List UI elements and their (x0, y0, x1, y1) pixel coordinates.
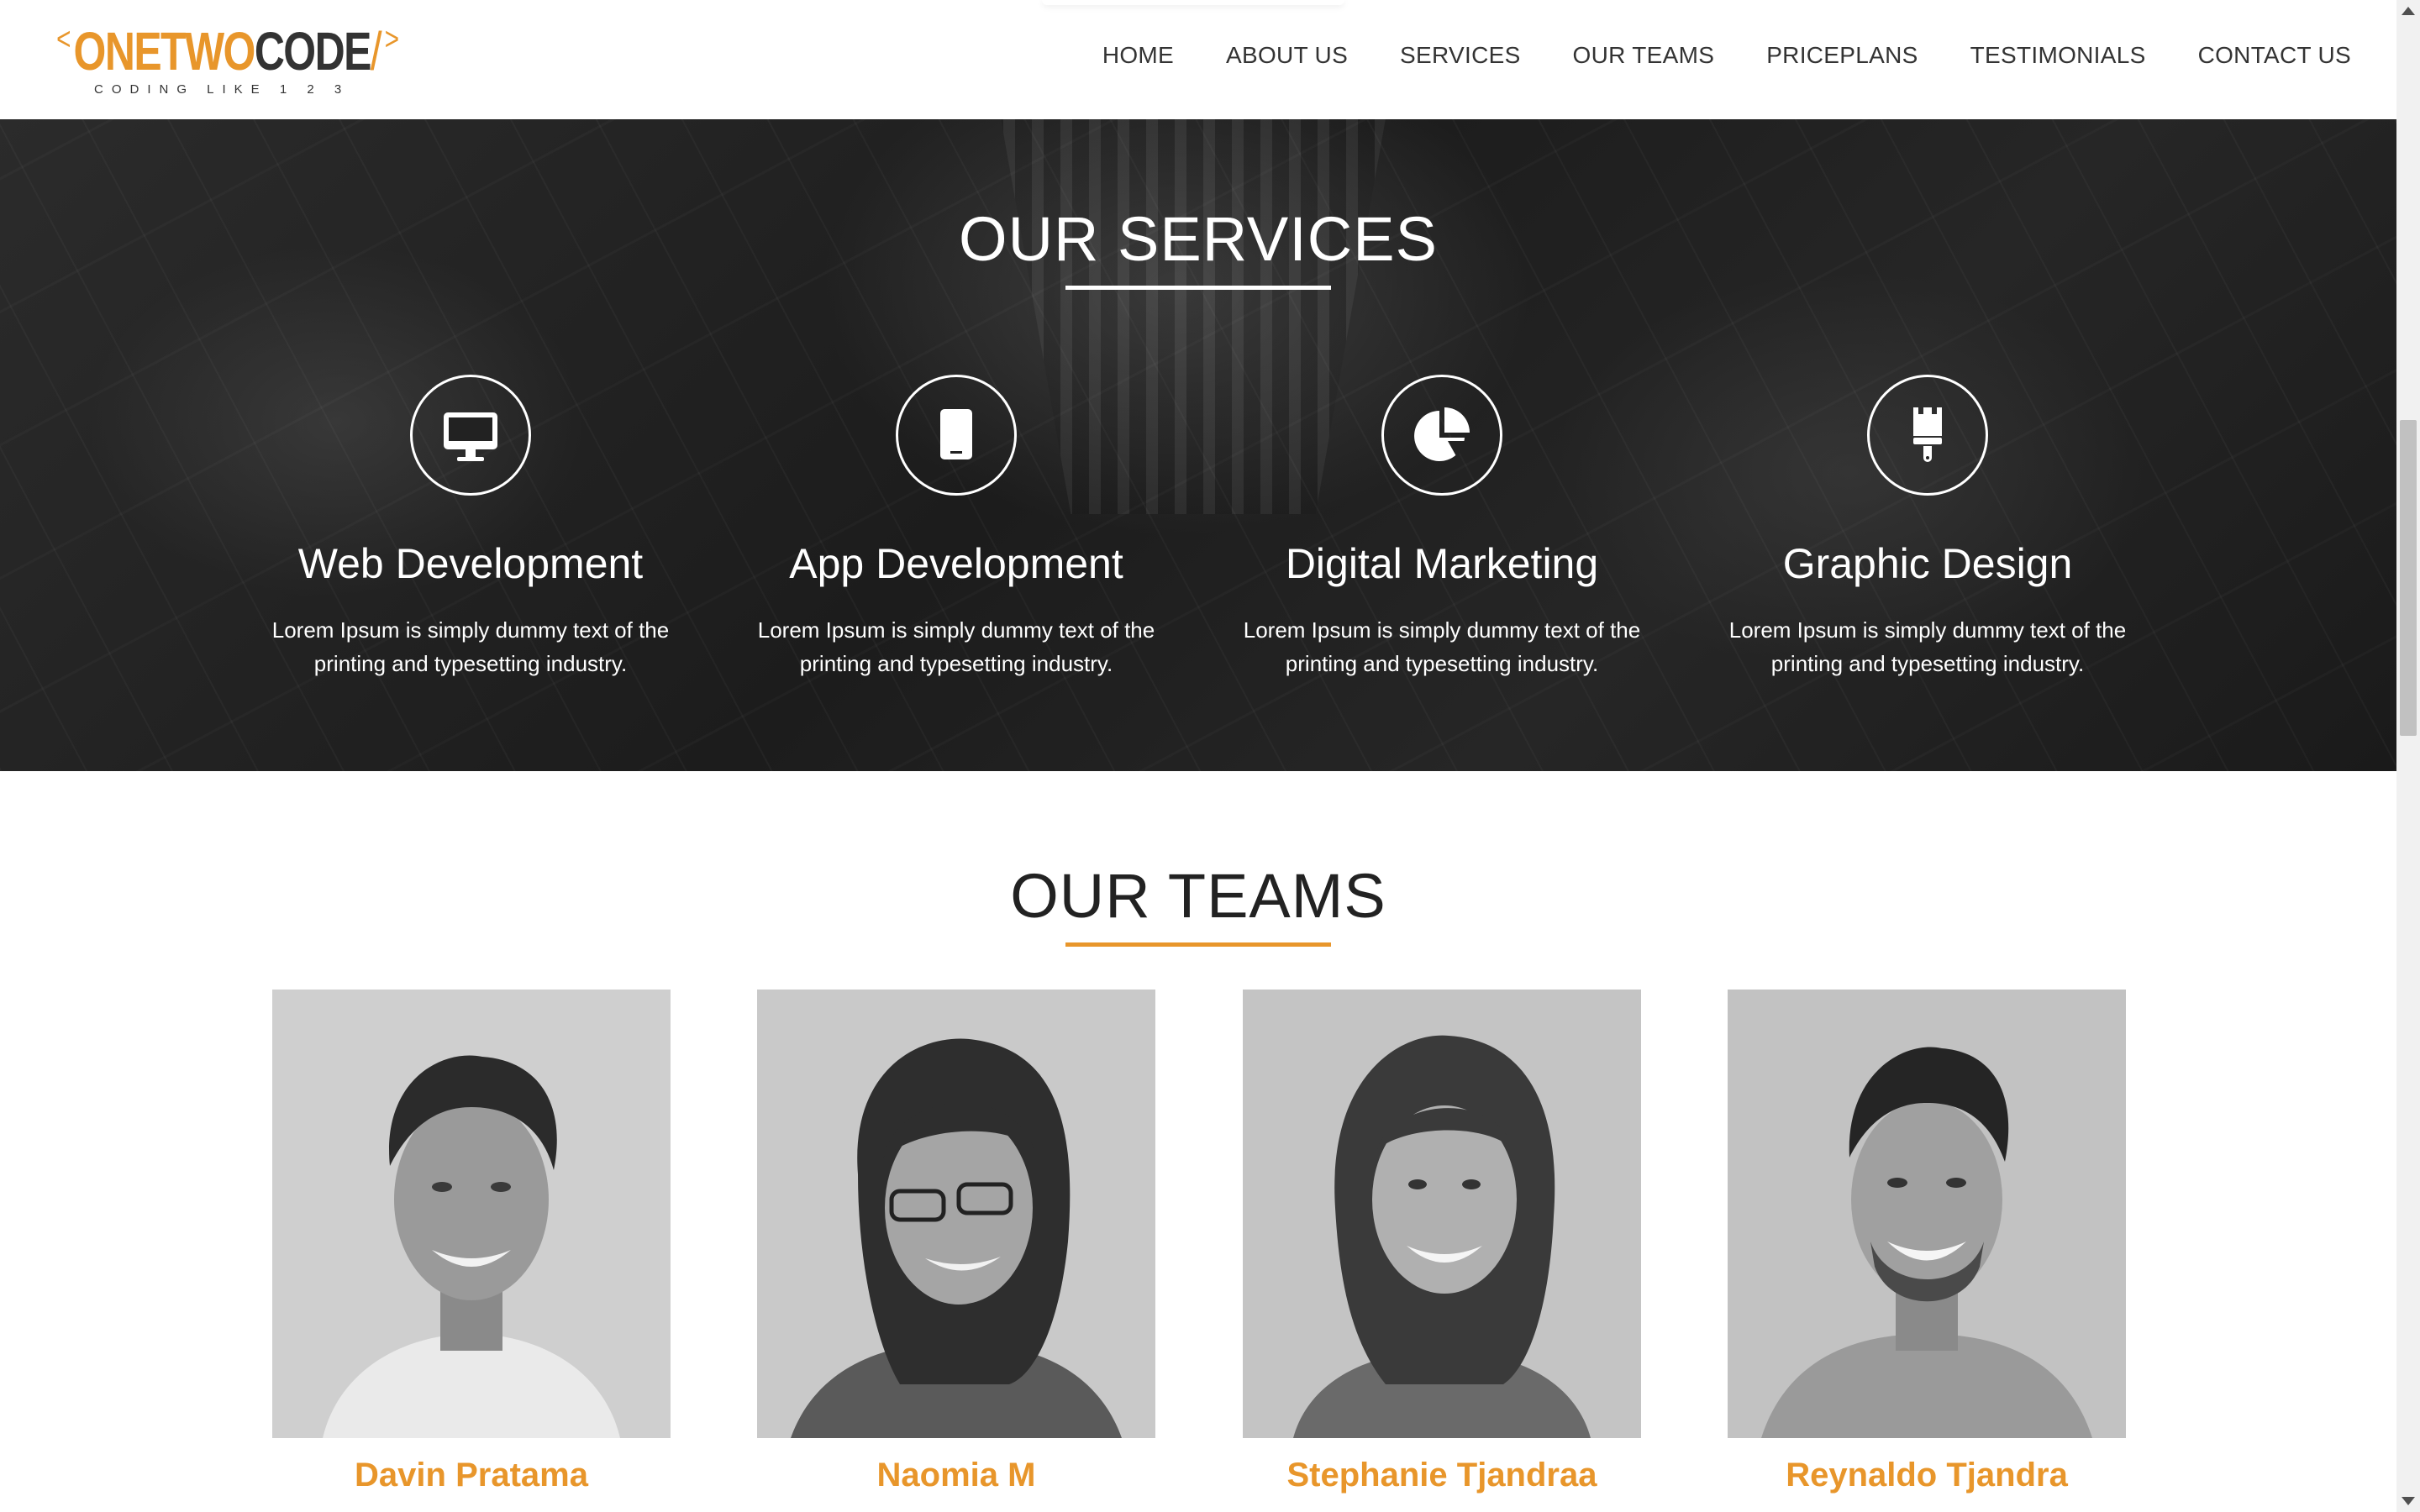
service-title: Graphic Design (1782, 540, 2073, 587)
site-header: < ONETWO CODE / > CODING LIKE 1 2 3 HOME… (0, 0, 2396, 119)
pie-chart-icon (1381, 375, 1502, 496)
logo-tagline: CODING LIKE 1 2 3 (94, 82, 350, 97)
paint-brush-icon (1867, 375, 1988, 496)
team-member-photo (272, 990, 671, 1438)
service-description: Lorem Ipsum is simply dummy text of the … (1728, 617, 2127, 676)
scroll-down-arrow-icon[interactable] (2402, 1497, 2415, 1505)
monitor-icon (410, 375, 531, 496)
team-member-name: Stephanie Tjandraa (1286, 1457, 1597, 1494)
scrollbar-thumb[interactable] (2400, 420, 2417, 736)
team-member-photo (757, 990, 1155, 1438)
nav-about-us[interactable]: ABOUT US (1226, 42, 1348, 69)
service-card-graphic-design: Graphic Design Lorem Ipsum is simply dum… (1692, 375, 2163, 680)
team-member-photo (1243, 990, 1641, 1438)
teams-title-underline (1065, 942, 1331, 947)
service-card-app-development: App Development Lorem Ipsum is simply du… (721, 375, 1192, 680)
header-top-tab (1042, 0, 1344, 5)
services-title-underline (1065, 286, 1331, 290)
team-member-name: Reynaldo Tjandra (1786, 1457, 2068, 1494)
nav-testimonials[interactable]: TESTIMONIALS (1970, 42, 2146, 69)
service-title: Digital Marketing (1285, 540, 1599, 587)
logo-bracket-left: < (56, 22, 71, 57)
nav-services[interactable]: SERVICES (1400, 42, 1521, 69)
scroll-up-arrow-icon[interactable] (2402, 7, 2415, 15)
team-member-photo (1728, 990, 2126, 1438)
service-title: Web Development (297, 540, 644, 587)
service-description: Lorem Ipsum is simply dummy text of the … (1243, 617, 1641, 676)
logo-word-two: CODE (254, 21, 372, 81)
services-section: OUR SERVICES Web Development Lorem Ipsum… (0, 119, 2396, 771)
logo-wordmark: < ONETWO CODE / > (54, 21, 399, 81)
service-title: App Development (789, 540, 1123, 587)
service-description: Lorem Ipsum is simply dummy text of the … (757, 617, 1155, 676)
nav-our-teams[interactable]: OUR TEAMS (1573, 42, 1715, 69)
logo-slash: / (370, 21, 382, 81)
services-title: OUR SERVICES (959, 204, 1438, 274)
logo-bracket-right: > (384, 22, 399, 57)
service-card-digital-marketing: Digital Marketing Lorem Ipsum is simply … (1207, 375, 1677, 680)
service-card-web-development: Web Development Lorem Ipsum is simply du… (235, 375, 706, 680)
logo-word-one: ONETWO (73, 21, 256, 81)
team-member-card: Reynaldo Tjandra (1728, 990, 2126, 1494)
team-member-card: Naomia M (757, 990, 1155, 1494)
team-member-card: Davin Pratama (272, 990, 671, 1494)
nav-priceplans[interactable]: PRICEPLANS (1766, 42, 1918, 69)
site-logo[interactable]: < ONETWO CODE / > CODING LIKE 1 2 3 (54, 22, 399, 99)
team-member-name: Naomia M (876, 1457, 1036, 1494)
page-scrollbar[interactable] (2396, 0, 2420, 1512)
teams-title: OUR TEAMS (1010, 861, 1386, 931)
service-description: Lorem Ipsum is simply dummy text of the … (271, 617, 670, 676)
tablet-icon (896, 375, 1017, 496)
nav-contact-us[interactable]: CONTACT US (2198, 42, 2351, 69)
main-nav: HOME ABOUT US SERVICES OUR TEAMS PRICEPL… (1050, 42, 2351, 69)
team-member-card: Stephanie Tjandraa (1243, 990, 1641, 1494)
team-member-name: Davin Pratama (355, 1457, 588, 1494)
nav-home[interactable]: HOME (1102, 42, 1174, 69)
